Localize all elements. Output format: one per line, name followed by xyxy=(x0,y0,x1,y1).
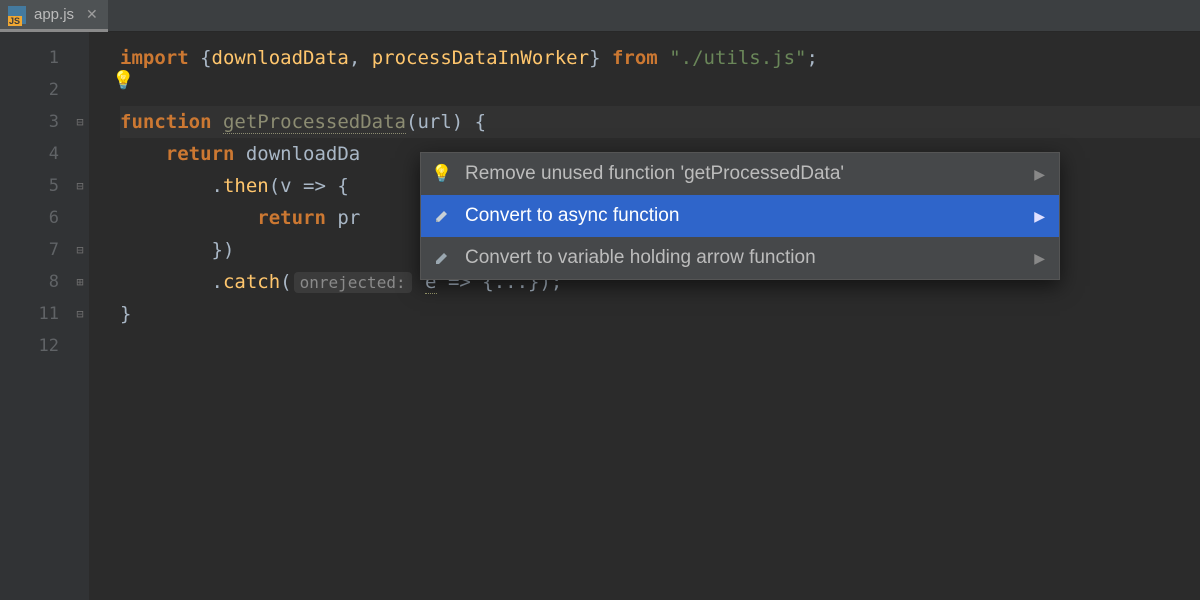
editor: 1 2 3⊟ 4 5⊟ 6 7⊟ 8⊞ 11⊟ 12 💡 import {dow… xyxy=(0,32,1200,600)
line-number: 8⊞ xyxy=(0,266,89,298)
line-number: 11⊟ xyxy=(0,298,89,330)
code-line[interactable]: function getProcessedData(url) { xyxy=(120,106,1200,138)
intention-convert-async[interactable]: Convert to async function ▶ xyxy=(421,195,1059,237)
chevron-right-icon: ▶ xyxy=(1034,166,1045,183)
line-number: 12 xyxy=(0,330,89,362)
tab-bar: JS app.js ✕ xyxy=(0,0,1200,32)
gutter: 1 2 3⊟ 4 5⊟ 6 7⊟ 8⊞ 11⊟ 12 xyxy=(0,32,90,600)
intention-remove-unused[interactable]: 💡 Remove unused function 'getProcessedDa… xyxy=(421,153,1059,195)
fold-minus-icon[interactable]: ⊟ xyxy=(73,179,87,193)
lightbulb-icon: 💡 xyxy=(431,164,453,184)
fold-close-icon[interactable]: ⊟ xyxy=(73,307,87,321)
line-number: 3⊟ xyxy=(0,106,89,138)
code-line[interactable]: import {downloadData, processDataInWorke… xyxy=(120,42,1200,74)
line-number: 5⊟ xyxy=(0,170,89,202)
intention-convert-arrow-var[interactable]: Convert to variable holding arrow functi… xyxy=(421,237,1059,279)
code-area[interactable]: 💡 import {downloadData, processDataInWor… xyxy=(90,32,1200,600)
intention-popup: 💡 Remove unused function 'getProcessedDa… xyxy=(420,152,1060,280)
line-number: 7⊟ xyxy=(0,234,89,266)
fold-plus-icon[interactable]: ⊞ xyxy=(73,275,87,289)
fold-minus-icon[interactable]: ⊟ xyxy=(73,115,87,129)
code-line[interactable]: } xyxy=(120,298,1200,330)
inlay-hint: onrejected: xyxy=(294,272,412,293)
line-number: 4 xyxy=(0,138,89,170)
unused-function-name[interactable]: getProcessedData xyxy=(223,111,406,134)
line-number: 2 xyxy=(0,74,89,106)
pencil-icon xyxy=(431,250,453,266)
line-number: 6 xyxy=(0,202,89,234)
js-file-icon: JS xyxy=(8,6,26,24)
chevron-right-icon: ▶ xyxy=(1034,208,1045,225)
line-number: 1 xyxy=(0,42,89,74)
tab-filename: app.js xyxy=(34,6,74,23)
editor-tab[interactable]: JS app.js ✕ xyxy=(0,0,108,31)
lightbulb-icon[interactable]: 💡 xyxy=(112,70,134,91)
chevron-right-icon: ▶ xyxy=(1034,250,1045,267)
fold-close-icon[interactable]: ⊟ xyxy=(73,243,87,257)
code-line[interactable] xyxy=(120,74,1200,106)
close-icon[interactable]: ✕ xyxy=(86,6,98,23)
pencil-icon xyxy=(431,208,453,224)
